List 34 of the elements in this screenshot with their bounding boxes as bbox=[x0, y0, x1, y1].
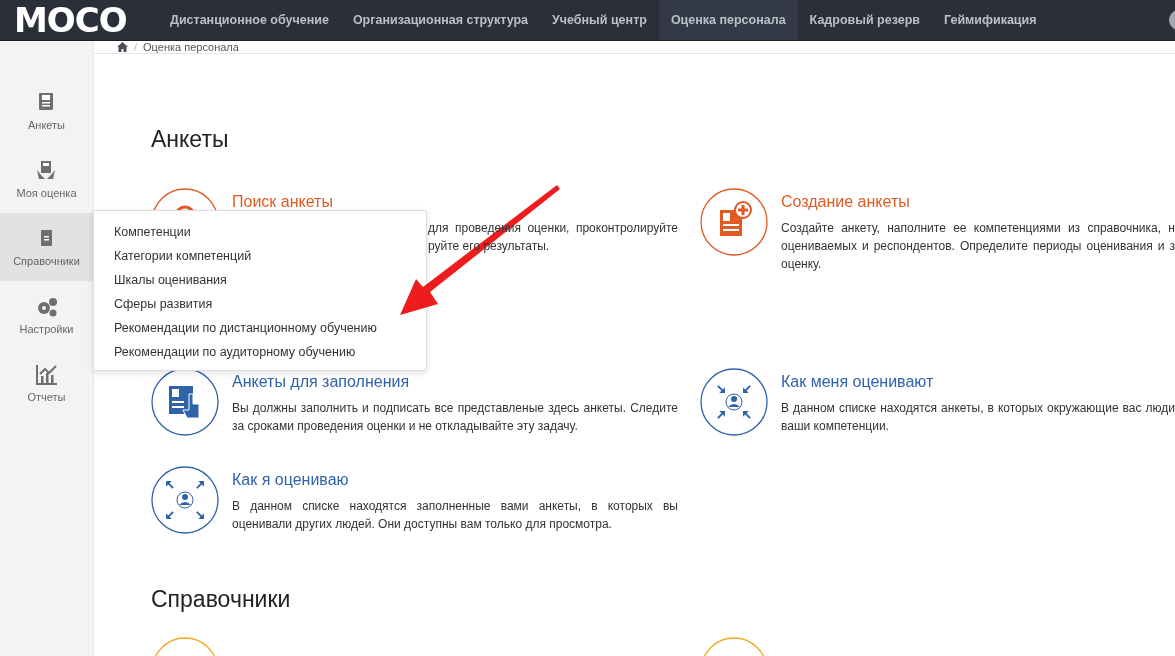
sidebar-item[interactable]: Моя оценка bbox=[0, 145, 93, 213]
card-description: Создайте анкету, наполните ее компетенциями из справочника, н оцениваемых и респондентов. Определите периоды оценивания и з оценку. bbox=[781, 220, 1175, 273]
card-title-link[interactable]: Анкеты для заполнения bbox=[232, 373, 678, 391]
logo[interactable]: MOCO bbox=[0, 0, 144, 40]
chart-icon bbox=[35, 363, 58, 385]
card-title-link[interactable]: Поиск анкеты bbox=[232, 193, 678, 211]
card-description: Вы должны заполнить и подписать все представленые здесь анкеты. Следите за сроками проведения оценки и не откладывайте эту задачу. bbox=[232, 400, 678, 435]
breadcrumb-separator: / bbox=[134, 41, 138, 53]
menu-item[interactable]: Рекомендации по аудиторному обучению bbox=[114, 340, 356, 364]
card-title-link[interactable]: Создание анкеты bbox=[781, 193, 1175, 211]
card-title-link[interactable]: Как я оцениваю bbox=[232, 471, 678, 489]
section-heading: Справочники bbox=[151, 586, 292, 613]
nav-tab[interactable]: Организационная структура bbox=[340, 0, 540, 40]
menu-item[interactable]: Компетенции bbox=[114, 220, 191, 244]
card-title-link[interactable]: Как меня оценивают bbox=[781, 373, 1175, 391]
sidebar-item[interactable]: Настройки bbox=[0, 281, 93, 349]
menu-item[interactable]: Рекомендации по дистанционному обучению bbox=[114, 316, 377, 340]
nav-tab[interactable]: Дистанционное обучение bbox=[158, 0, 341, 40]
menu-item[interactable]: Шкалы оценивания bbox=[114, 268, 227, 292]
nav-tab[interactable]: Учебный центр bbox=[540, 0, 659, 40]
card-description: В данном списке находятся анкеты, в которых окружающие вас люди ваши компетенции. bbox=[781, 400, 1175, 435]
sidebar-item[interactable]: Анкеты bbox=[0, 77, 93, 145]
menu-item[interactable]: Сферы развития bbox=[114, 292, 213, 316]
menu-item[interactable]: Категории компетенций bbox=[114, 244, 252, 268]
card-description: В данном списке находятся заполненные вами анкеты, в которых вы оценивали других людей. Они доступны вам только для просмотра. bbox=[232, 498, 678, 533]
hands-icon bbox=[35, 159, 58, 181]
home-icon bbox=[117, 42, 128, 52]
nav-tab[interactable]: Оценка персонала bbox=[658, 0, 798, 40]
breadcrumb-link[interactable]: Оценка персонала bbox=[143, 41, 239, 53]
section-heading: Анкеты bbox=[151, 126, 230, 153]
sidebar-item[interactable]: Отчеты bbox=[0, 349, 93, 417]
nav-tab[interactable]: Геймификация bbox=[932, 0, 1049, 40]
nav-tab[interactable]: Кадровый резерв bbox=[797, 0, 932, 40]
sidebar-item[interactable]: Справочники bbox=[0, 213, 93, 281]
